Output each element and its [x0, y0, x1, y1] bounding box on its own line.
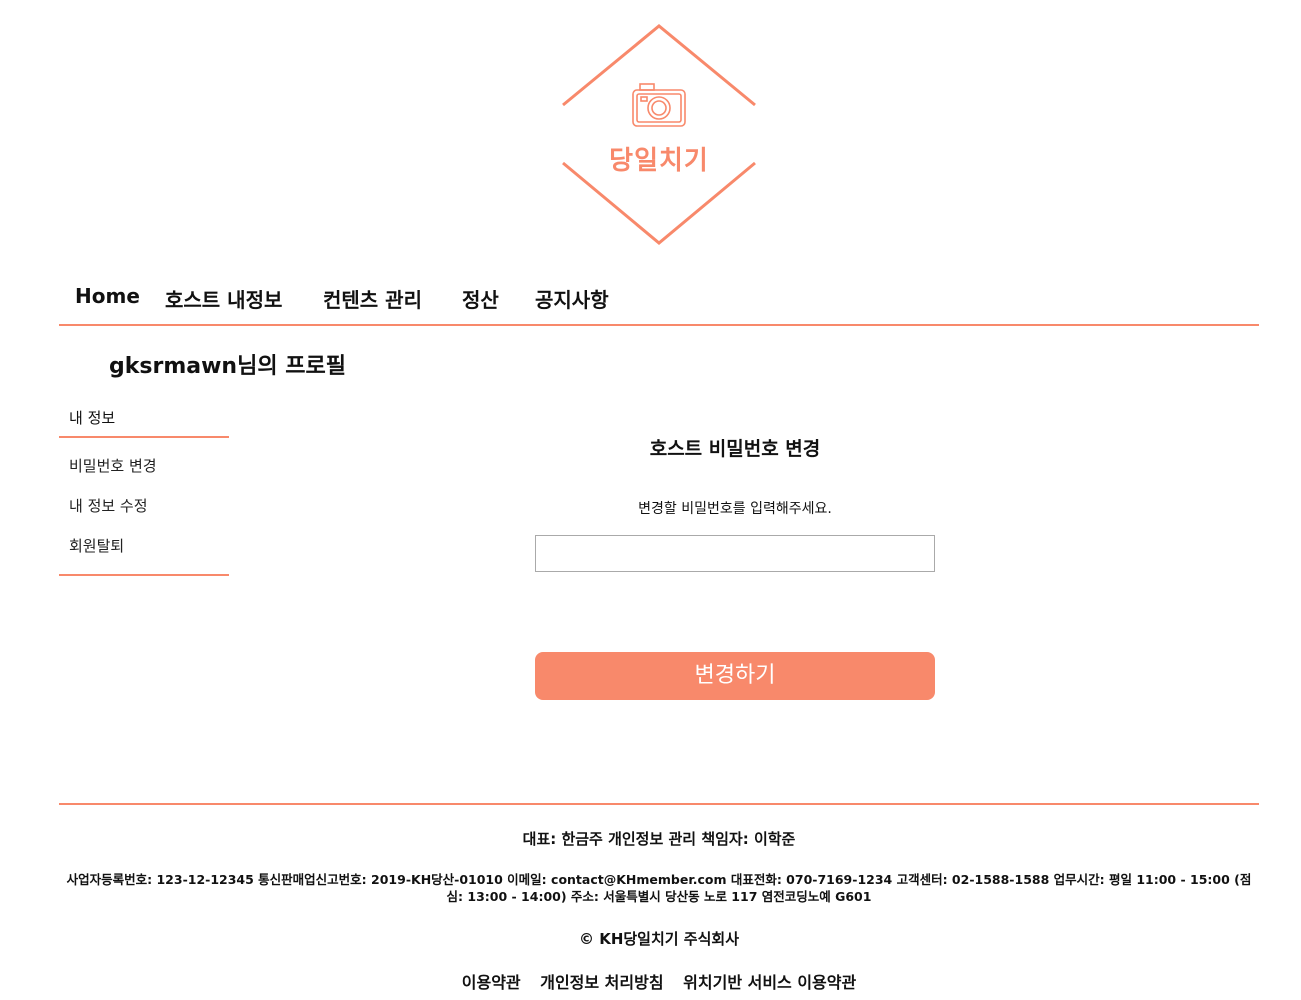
footer-links: 이용약관 개인정보 처리방침 위치기반 서비스 이용약관	[59, 969, 1259, 993]
password-input[interactable]	[535, 535, 935, 572]
form-title: 호스트 비밀번호 변경	[649, 438, 821, 460]
site-logo[interactable]: 당일치기	[558, 22, 760, 248]
footer-business-info: 사업자등록번호: 123-12-12345 통신판매업신고번호: 2019-KH…	[66, 872, 1252, 904]
logo-diamond-frame	[562, 24, 756, 245]
top-navigation: Home 호스트 내정보 컨텐츠 관리 정산 공지사항	[59, 278, 1259, 326]
footer-copyright: © KH당일치기 주식회사	[578, 930, 740, 948]
sidebar-list: 비밀번호 변경 내 정보 수정 회원탈퇴	[59, 438, 229, 576]
footer-link-privacy[interactable]: 개인정보 처리방침	[540, 973, 663, 992]
submit-button[interactable]: 변경하기	[535, 652, 935, 700]
sidebar-item-edit-info[interactable]: 내 정보 수정	[59, 486, 229, 526]
sidebar-item-withdraw[interactable]: 회원탈퇴	[59, 526, 229, 566]
nav-item-settlement[interactable]: 정산	[462, 284, 499, 313]
camera-icon	[632, 83, 686, 127]
profile-title: gksrmawn님의 프로필	[109, 354, 346, 379]
form-description: 변경할 비밀번호를 입력해주세요.	[638, 501, 832, 517]
sidebar-heading: 내 정보	[59, 400, 229, 438]
footer-representative: 대표: 한금주 개인정보 관리 책임자: 이학준	[522, 830, 796, 848]
nav-item-home[interactable]: Home	[75, 284, 140, 308]
footer-divider	[59, 803, 1259, 805]
logo-text: 당일치기	[609, 146, 709, 176]
footer-link-location-terms[interactable]: 위치기반 서비스 이용약관	[683, 973, 856, 992]
footer-link-terms[interactable]: 이용약관	[462, 973, 521, 992]
nav-item-notice[interactable]: 공지사항	[535, 284, 609, 313]
sidebar-item-change-password[interactable]: 비밀번호 변경	[59, 446, 229, 486]
nav-item-content-management[interactable]: 컨텐츠 관리	[323, 284, 422, 313]
sidebar: 내 정보 비밀번호 변경 내 정보 수정 회원탈퇴	[59, 400, 229, 576]
nav-item-host-info[interactable]: 호스트 내정보	[165, 284, 282, 313]
